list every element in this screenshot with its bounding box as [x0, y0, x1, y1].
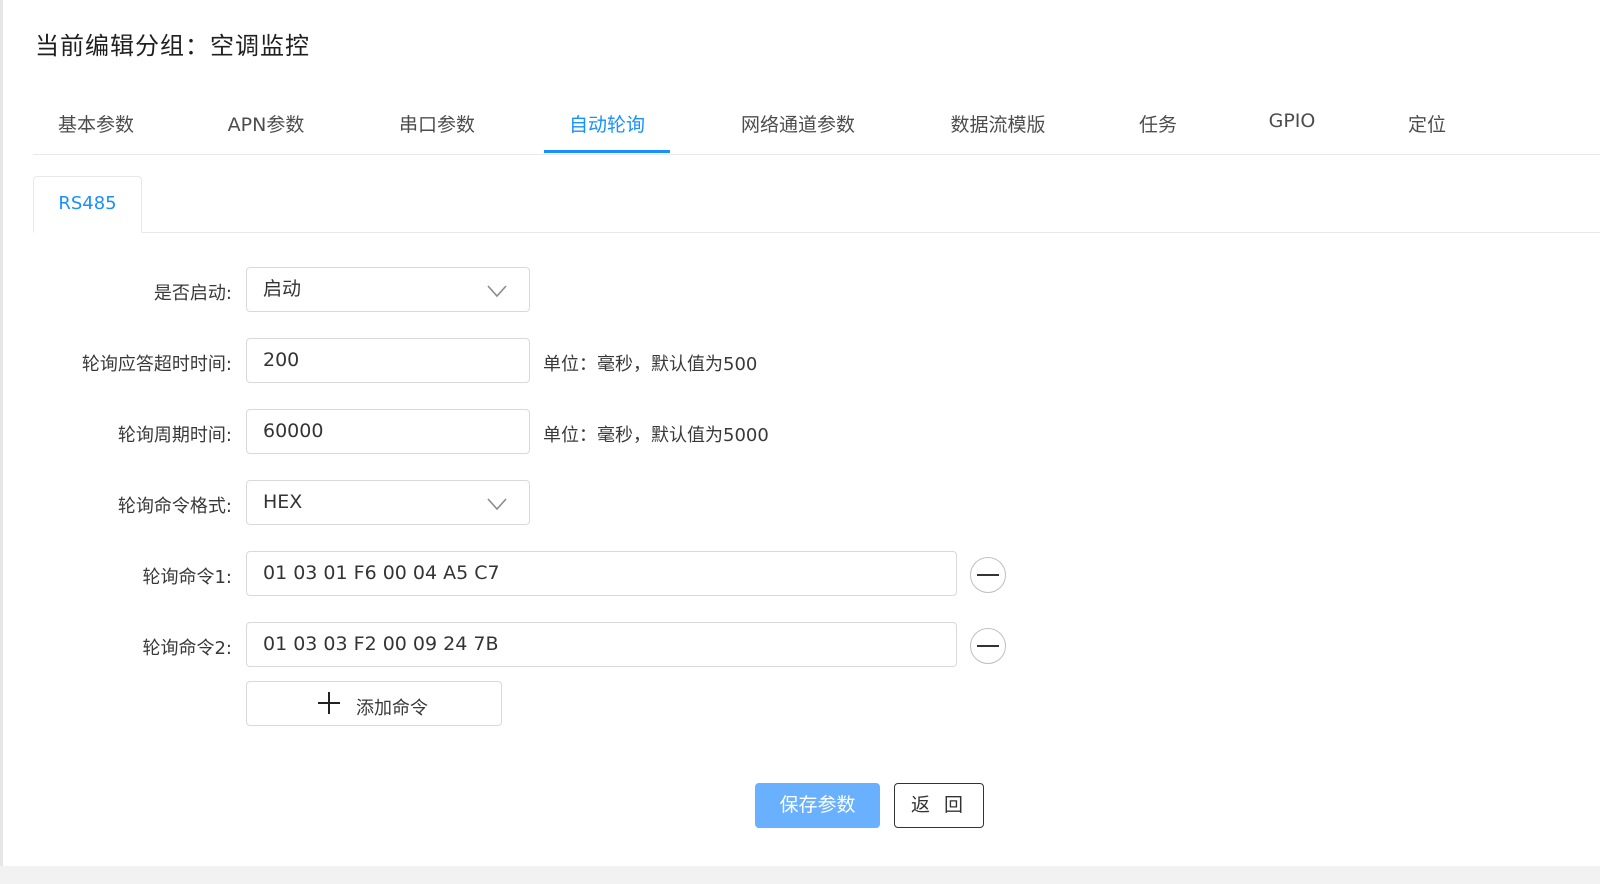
enable-select[interactable]: 启动 [246, 267, 530, 312]
active-tab-indicator [544, 150, 670, 153]
tab-bar: 基本参数 APN参数 串口参数 自动轮询 网络通道参数 数据流模版 任务 GPI… [33, 96, 1600, 155]
enable-label: 是否启动: [153, 283, 232, 304]
minus-circle-icon [977, 574, 999, 576]
subtab-bar: RS485 [33, 176, 1600, 233]
subtab-rs485[interactable]: RS485 [33, 176, 142, 233]
timeout-hint: 单位：毫秒，默认值为500 [543, 354, 758, 375]
timeout-input-value: 200 [263, 349, 300, 371]
page-title: 当前编辑分组：空调监控 [35, 32, 310, 60]
save-params-button[interactable]: 保存参数 [755, 783, 880, 828]
format-select-value: HEX [263, 491, 303, 513]
command-1-value: 01 03 01 F6 00 04 A5 C7 [263, 562, 500, 584]
tab-tasks[interactable]: 任务 [1139, 110, 1177, 137]
plus-icon [318, 692, 340, 714]
settings-panel: 当前编辑分组：空调监控 基本参数 APN参数 串口参数 自动轮询 网络通道参数 … [0, 0, 1600, 866]
tab-auto-polling[interactable]: 自动轮询 [569, 110, 645, 137]
command-2-input[interactable]: 01 03 03 F2 00 09 24 7B [246, 622, 957, 667]
chevron-down-icon [487, 498, 507, 511]
chevron-down-icon [487, 285, 507, 298]
command-1-label: 轮询命令1: [142, 567, 232, 588]
period-label: 轮询周期时间: [117, 425, 232, 446]
minus-circle-icon [977, 645, 999, 647]
format-select[interactable]: HEX [246, 480, 530, 525]
enable-select-value: 启动 [263, 278, 302, 300]
tab-data-stream-template[interactable]: 数据流模版 [950, 110, 1045, 137]
tab-network-channel-params[interactable]: 网络通道参数 [741, 110, 855, 137]
remove-command-2-button[interactable] [970, 628, 1006, 664]
command-2-value: 01 03 03 F2 00 09 24 7B [263, 633, 499, 655]
tab-location[interactable]: 定位 [1408, 110, 1446, 137]
back-button[interactable]: 返 回 [894, 783, 984, 828]
command-2-label: 轮询命令2: [142, 638, 232, 659]
format-label: 轮询命令格式: [117, 496, 232, 517]
tab-serial-params[interactable]: 串口参数 [399, 110, 475, 137]
command-1-input[interactable]: 01 03 01 F6 00 04 A5 C7 [246, 551, 957, 596]
remove-command-1-button[interactable] [970, 557, 1006, 593]
tab-apn-params[interactable]: APN参数 [228, 110, 305, 137]
period-input[interactable]: 60000 [246, 409, 530, 454]
add-command-label: 添加命令 [356, 698, 428, 719]
add-command-button[interactable]: 添加命令 [246, 681, 502, 726]
tab-basic-params[interactable]: 基本参数 [58, 110, 134, 137]
timeout-input[interactable]: 200 [246, 338, 530, 383]
timeout-label: 轮询应答超时时间: [81, 354, 232, 375]
period-input-value: 60000 [263, 420, 324, 442]
period-hint: 单位：毫秒，默认值为5000 [543, 425, 769, 446]
tab-gpio[interactable]: GPIO [1269, 110, 1316, 132]
